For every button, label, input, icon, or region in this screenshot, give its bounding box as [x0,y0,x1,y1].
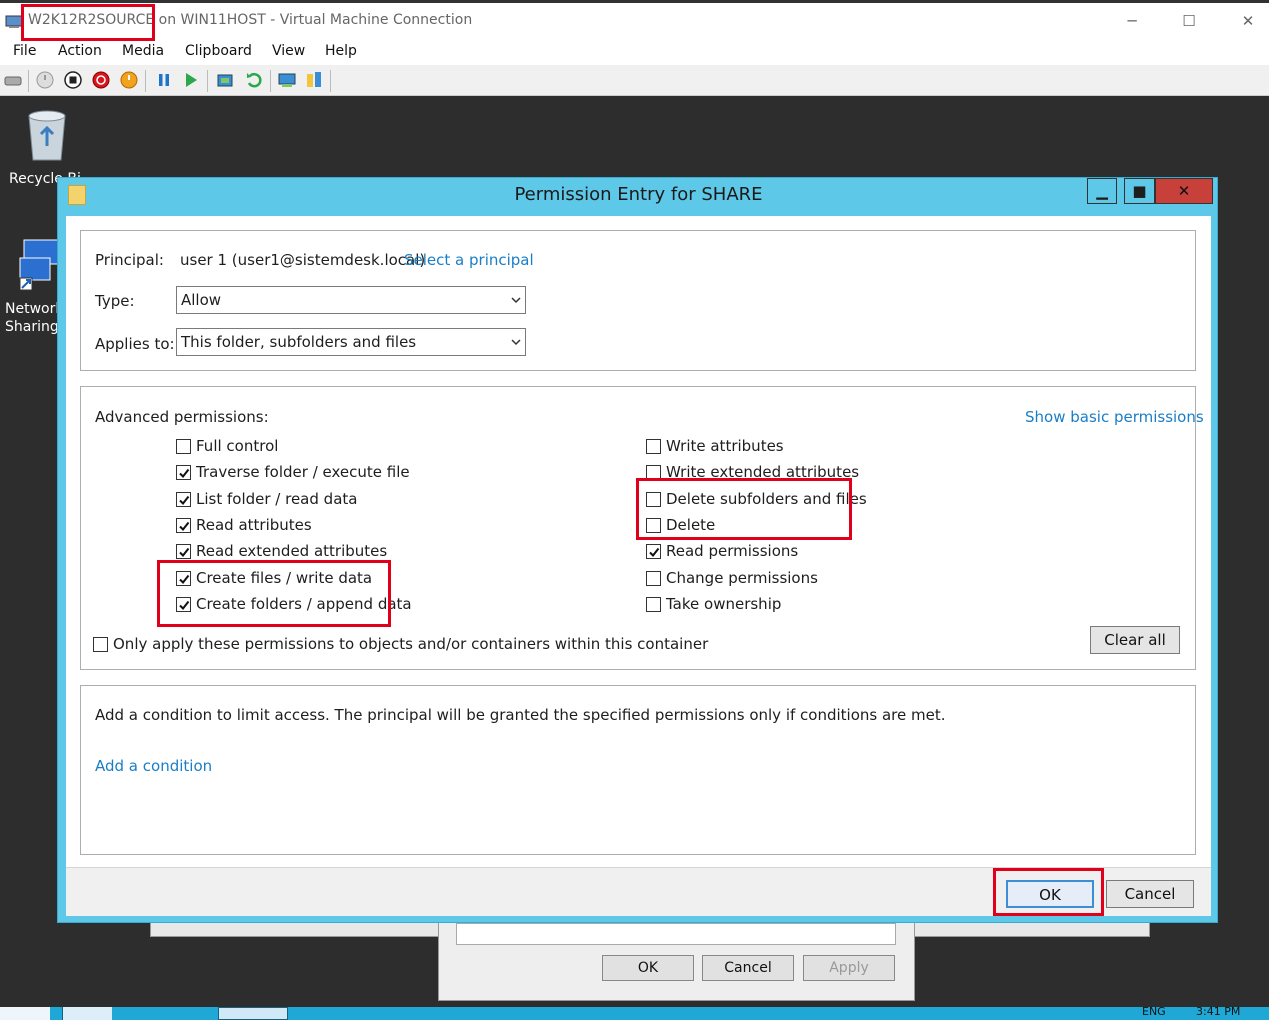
dialog-minimize-button[interactable]: ▁ [1087,178,1117,204]
cancel-button[interactable]: Cancel [1106,880,1194,908]
permission-checkbox[interactable] [646,439,661,454]
network-label-1: Network [5,301,64,317]
highlight-ok-button [993,868,1104,916]
network-sharing-icon[interactable] [18,238,60,292]
dialog-title: Permission Entry for SHARE [514,184,763,205]
permission-label: Traverse folder / execute file [196,463,410,482]
principal-group: Principal: user 1 (user1@sistemdesk.loca… [80,230,1196,371]
highlight-create-permissions [157,560,391,627]
taskbar-item-server-manager[interactable] [62,1007,112,1020]
dialog-maximize-button[interactable]: ■ [1124,178,1155,204]
revert-icon[interactable] [244,70,264,90]
start-button[interactable] [0,1007,50,1020]
share-icon[interactable] [304,70,324,90]
dialog-close-button[interactable]: ✕ [1155,178,1213,204]
condition-group: Add a condition to limit access. The pri… [80,685,1196,855]
menu-clipboard[interactable]: Clipboard [185,43,252,59]
applies-to-select[interactable]: This folder, subfolders and files [176,328,526,356]
advanced-permissions-label: Advanced permissions: [95,408,269,426]
menu-file[interactable]: File [13,43,36,59]
permission-label: Read attributes [196,515,312,534]
permission-label: Read extended attributes [196,542,388,561]
permission-label: Change permissions [666,568,818,587]
background-ok-button[interactable]: OK [602,955,694,981]
shut-down-icon[interactable] [91,70,111,90]
principal-label: Principal: [95,251,164,269]
permission-label: Take ownership [666,594,782,613]
menu-bar: File Action Media Clipboard View Help [0,40,1269,65]
condition-description: Add a condition to limit access. The pri… [95,706,946,724]
minimize-button[interactable]: ─ [1120,11,1144,31]
permission-checkbox[interactable] [176,465,191,481]
applies-to-select-value: This folder, subfolders and files [181,333,417,351]
permission-checkbox[interactable] [176,439,191,454]
permission-entry-dialog: Permission Entry for SHARE ▁ ■ ✕ Princip… [57,177,1218,923]
menu-action[interactable]: Action [58,43,102,59]
permission-label: Write attributes [666,437,784,455]
menu-view[interactable]: View [272,43,305,59]
taskbar-item-explorer[interactable] [218,1007,288,1020]
resume-icon[interactable] [181,70,201,90]
clock[interactable]: 3:41 PM [1196,1005,1240,1018]
start-icon[interactable] [35,70,55,90]
background-cancel-button[interactable]: Cancel [702,955,794,981]
permission-label: List folder / read data [196,489,358,508]
type-select[interactable]: Allow [176,286,526,314]
highlight-delete-permissions [636,478,852,540]
select-principal-link[interactable]: Select a principal [404,251,534,269]
pause-icon[interactable] [154,70,174,90]
guest-taskbar: ENG 3:41 PM [0,1005,1269,1020]
network-label-2: Sharing [5,319,59,335]
permission-label: Full control [196,437,279,455]
recycle-bin-icon[interactable] [23,106,71,164]
background-input [456,923,896,945]
show-basic-permissions-link[interactable]: Show basic permissions [1025,408,1204,426]
add-condition-link[interactable]: Add a condition [95,757,212,775]
background-properties-dialog: OK Cancel Apply [438,915,915,1001]
permission-checkbox[interactable] [646,544,661,560]
vm-toolbar [0,65,1269,96]
ctrl-alt-del-icon[interactable] [3,70,23,90]
chevron-down-icon [511,339,521,346]
principal-value: user 1 (user1@sistemdesk.local) [180,251,426,269]
clear-all-button[interactable]: Clear all [1090,626,1180,654]
menu-media[interactable]: Media [122,43,164,59]
type-label: Type: [95,292,135,310]
permission-checkbox[interactable] [176,491,191,507]
permission-checkbox[interactable] [646,596,661,612]
chevron-down-icon [511,297,521,304]
maximize-button[interactable]: ☐ [1177,11,1201,31]
close-button[interactable]: ✕ [1236,11,1260,31]
permission-checkbox[interactable] [176,544,191,560]
only-apply-checkbox[interactable] [93,637,108,652]
save-state-icon[interactable] [119,70,139,90]
highlight-vm-name [21,4,155,41]
permission-label: Read permissions [666,542,799,561]
menu-help[interactable]: Help [325,43,357,59]
type-select-value: Allow [181,291,222,309]
applies-to-label: Applies to: [95,335,175,353]
language-indicator[interactable]: ENG [1142,1005,1166,1018]
background-apply-button[interactable]: Apply [803,955,895,981]
permission-checkbox[interactable] [176,517,191,533]
host-title-bar: W2K12R2SOURCE on WIN11HOST - Virtual Mac… [0,0,1269,40]
permission-checkbox[interactable] [646,570,661,586]
enhanced-session-icon[interactable] [277,70,297,90]
turn-off-icon[interactable] [63,70,83,90]
checkpoint-icon[interactable] [215,70,235,90]
only-apply-label: Only apply these permissions to objects … [113,635,709,653]
